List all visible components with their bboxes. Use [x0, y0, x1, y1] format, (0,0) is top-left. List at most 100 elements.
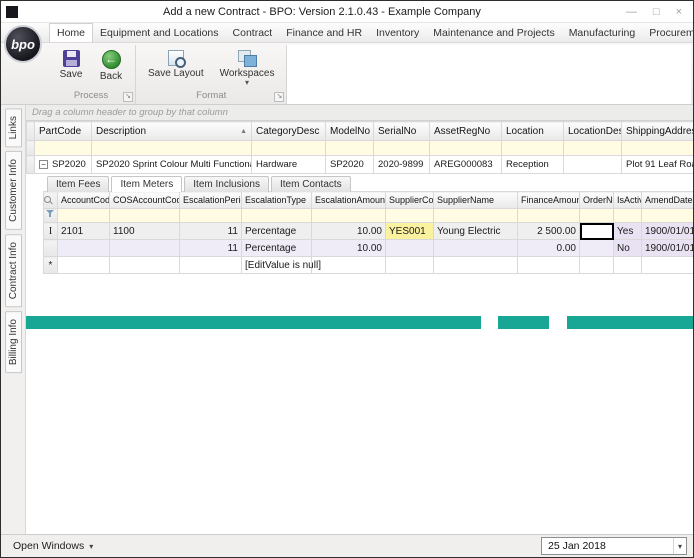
- column-header-escalationamount[interactable]: EscalationAmount: [312, 192, 386, 209]
- cell-accountcode[interactable]: 2101: [58, 223, 110, 240]
- cell-suppliercode[interactable]: [386, 257, 434, 274]
- tab-inventory[interactable]: Inventory: [369, 24, 426, 42]
- filter-cell[interactable]: [242, 209, 312, 223]
- cell-orderno[interactable]: [580, 240, 614, 257]
- cell-suppliername[interactable]: [434, 257, 518, 274]
- sidebar-item-customer-info[interactable]: Customer Info: [5, 151, 22, 230]
- column-header-modelno[interactable]: ModelNo: [326, 122, 374, 141]
- save-button[interactable]: Save: [53, 47, 89, 81]
- scrollbar-segment[interactable]: [498, 316, 549, 329]
- cell-suppliercode[interactable]: YES001: [386, 223, 434, 240]
- dialog-launcher-icon[interactable]: ↘: [123, 92, 133, 102]
- scrollbar-segment[interactable]: [567, 316, 693, 329]
- back-button[interactable]: ← Back: [93, 47, 129, 83]
- filter-cell[interactable]: [580, 209, 614, 223]
- cell-serialno[interactable]: 2020-9899: [374, 156, 430, 174]
- cell-cosaccountcode[interactable]: [110, 257, 180, 274]
- column-header-assetregno[interactable]: AssetRegNo: [430, 122, 502, 141]
- filter-cell[interactable]: [35, 141, 92, 156]
- cell-categorydesc[interactable]: Hardware: [252, 156, 326, 174]
- cell-isactive[interactable]: No: [614, 240, 642, 257]
- cell-location[interactable]: Reception: [502, 156, 564, 174]
- filter-cell[interactable]: [518, 209, 580, 223]
- column-header-suppliercode[interactable]: SupplierCode: [386, 192, 434, 209]
- filter-cell[interactable]: [622, 141, 694, 156]
- column-header-amenddate[interactable]: AmendDate: [642, 192, 694, 209]
- cell-escalationamount[interactable]: [312, 257, 386, 274]
- cell-amenddate[interactable]: 1900/01/01: [642, 240, 694, 257]
- group-by-panel[interactable]: Drag a column header to group by that co…: [26, 105, 693, 121]
- filter-cell[interactable]: [312, 209, 386, 223]
- cell-isactive[interactable]: [614, 257, 642, 274]
- cell-suppliercode[interactable]: [386, 240, 434, 257]
- cell-suppliername[interactable]: Young Electric: [434, 223, 518, 240]
- cell-amenddate[interactable]: [642, 257, 694, 274]
- column-header-suppliername[interactable]: SupplierName: [434, 192, 518, 209]
- cell-escalationamount[interactable]: 10.00: [312, 240, 386, 257]
- column-header-accountcode[interactable]: AccountCode: [58, 192, 110, 209]
- filter-cell[interactable]: [430, 141, 502, 156]
- cell-partcode[interactable]: −SP2020: [35, 156, 92, 174]
- column-header-escalationtype[interactable]: EscalationType: [242, 192, 312, 209]
- cell-escalationtype[interactable]: Percentage: [242, 223, 312, 240]
- search-icon[interactable]: [44, 192, 58, 209]
- cell-escalationperiod[interactable]: 11: [180, 240, 242, 257]
- save-layout-button[interactable]: Save Layout: [142, 47, 210, 80]
- cell-financeamount[interactable]: [518, 257, 580, 274]
- cell-amenddate[interactable]: 1900/01/01: [642, 223, 694, 240]
- column-header-description[interactable]: ▲Description: [92, 122, 252, 141]
- cell-description[interactable]: SP2020 Sprint Colour Multi Functional Co…: [92, 156, 252, 174]
- sidebar-item-contract-info[interactable]: Contract Info: [5, 234, 22, 307]
- cell-suppliername[interactable]: [434, 240, 518, 257]
- filter-cell[interactable]: [614, 209, 642, 223]
- tab-equipment-and-locations[interactable]: Equipment and Locations: [93, 24, 226, 42]
- filter-cell[interactable]: [252, 141, 326, 156]
- cell-assetregno[interactable]: AREG000083: [430, 156, 502, 174]
- tab-procurement[interactable]: Procurement: [642, 24, 694, 42]
- filter-cell[interactable]: [326, 141, 374, 156]
- filter-cell[interactable]: [564, 141, 622, 156]
- cell-orderno-focused[interactable]: [580, 223, 614, 240]
- column-header-locationdesc[interactable]: LocationDesc: [564, 122, 622, 141]
- filter-cell[interactable]: [386, 209, 434, 223]
- cell-escalationperiod[interactable]: 11: [180, 223, 242, 240]
- tab-home[interactable]: Home: [49, 23, 93, 42]
- scrollbar-segment[interactable]: [26, 316, 481, 329]
- cell-orderno[interactable]: [580, 257, 614, 274]
- tab-maintenance-and-projects[interactable]: Maintenance and Projects: [426, 24, 561, 42]
- tab-item-inclusions[interactable]: Item Inclusions: [184, 176, 269, 192]
- cell-financeamount[interactable]: 0.00: [518, 240, 580, 257]
- filter-cell[interactable]: [92, 141, 252, 156]
- cell-accountcode[interactable]: [58, 240, 110, 257]
- filter-cell[interactable]: [180, 209, 242, 223]
- bpo-logo-button[interactable]: bpo: [4, 25, 42, 63]
- column-header-shippingaddress[interactable]: ShippingAddress: [622, 122, 694, 141]
- filter-cell[interactable]: [434, 209, 518, 223]
- minimize-icon[interactable]: —: [626, 6, 637, 18]
- workspaces-button[interactable]: Workspaces ▾: [214, 47, 281, 86]
- column-header-cosaccountcode[interactable]: COSAccountCode: [110, 192, 180, 209]
- filter-cell[interactable]: [374, 141, 430, 156]
- filter-cell[interactable]: [642, 209, 694, 223]
- cell-locationdesc[interactable]: [564, 156, 622, 174]
- dialog-launcher-icon[interactable]: ↘: [274, 92, 284, 102]
- tab-manufacturing[interactable]: Manufacturing: [562, 24, 643, 42]
- column-header-serialno[interactable]: SerialNo: [374, 122, 430, 141]
- column-header-financeamount[interactable]: FinanceAmount: [518, 192, 580, 209]
- column-header-categorydesc[interactable]: CategoryDesc: [252, 122, 326, 141]
- sidebar-item-billing-info[interactable]: Billing Info: [5, 311, 22, 373]
- filter-cell[interactable]: [58, 209, 110, 223]
- cell-escalationperiod[interactable]: [180, 257, 242, 274]
- column-header-isactive[interactable]: IsActive: [614, 192, 642, 209]
- tab-item-contacts[interactable]: Item Contacts: [271, 176, 351, 192]
- cell-modelno[interactable]: SP2020: [326, 156, 374, 174]
- collapse-row-icon[interactable]: −: [39, 160, 48, 169]
- column-header-location[interactable]: Location: [502, 122, 564, 141]
- cell-cosaccountcode[interactable]: 1100: [110, 223, 180, 240]
- column-header-escalationperiod[interactable]: EscalationPeriod: [180, 192, 242, 209]
- cell-isactive[interactable]: Yes: [614, 223, 642, 240]
- column-header-orderno[interactable]: OrderNo: [580, 192, 614, 209]
- tab-contract[interactable]: Contract: [226, 24, 280, 42]
- column-header-partcode[interactable]: PartCode: [35, 122, 92, 141]
- cell-cosaccountcode[interactable]: [110, 240, 180, 257]
